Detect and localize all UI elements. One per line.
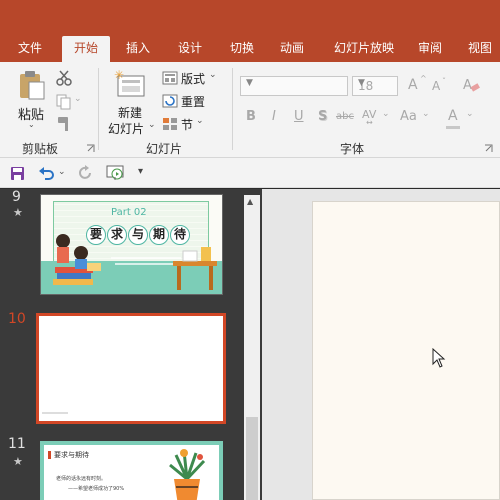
- underline-button[interactable]: U: [294, 109, 304, 124]
- scroll-up-icon[interactable]: ▲: [247, 197, 253, 206]
- layout-label: 版式: [181, 72, 206, 86]
- undo-icon[interactable]: [38, 165, 56, 181]
- layout-icon: [162, 71, 178, 85]
- slide-caption-line: [115, 263, 175, 265]
- ribbon-home: 粘贴 ⌄ ⌄ 剪贴板 ✳ 新建 幻灯片 ⌄ 版式 ⌄ 重置 节 ⌄ 幻灯片 ▼ …: [0, 62, 500, 158]
- chevron-down-icon: ⌄: [196, 116, 204, 126]
- dialog-launcher-icon[interactable]: [484, 144, 493, 153]
- start-from-beginning-icon[interactable]: [106, 165, 126, 181]
- chevron-down-icon[interactable]: ⌄: [422, 109, 430, 119]
- format-painter-icon[interactable]: [56, 116, 72, 132]
- tab-design[interactable]: 设计: [170, 36, 210, 62]
- slide-number: 9: [12, 189, 21, 205]
- new-slide-icon: ✳: [114, 70, 145, 97]
- slide-title: 要求与期待: [54, 451, 89, 459]
- tab-slideshow[interactable]: 幻灯片放映: [324, 36, 404, 62]
- section-label: 节: [181, 118, 194, 132]
- slide-number: 11: [8, 436, 26, 452]
- tab-transitions[interactable]: 切换: [222, 36, 262, 62]
- group-separator: [98, 68, 99, 150]
- shrink-font-icon: ˇ: [442, 77, 446, 86]
- title-char: 与: [128, 225, 148, 245]
- font-group-label: 字体: [340, 142, 365, 156]
- shadow-button[interactable]: S: [318, 109, 327, 124]
- chevron-down-icon[interactable]: ⌄: [466, 109, 474, 119]
- redo-icon[interactable]: [78, 165, 94, 181]
- paste-icon: [20, 71, 45, 100]
- dialog-launcher-icon[interactable]: [86, 144, 95, 153]
- tab-review[interactable]: 审阅: [410, 36, 450, 62]
- shrink-font-button[interactable]: A: [432, 79, 440, 93]
- italic-button[interactable]: I: [272, 109, 276, 124]
- font-name-combo[interactable]: ▼: [240, 76, 348, 96]
- chevron-down-icon: ⌄: [209, 70, 217, 80]
- undo-dropdown-icon[interactable]: ⌄: [58, 167, 66, 177]
- new-slide-label-2: 幻灯片: [108, 122, 145, 136]
- desk-illustration: [173, 247, 217, 290]
- chevron-down-icon: ⌄: [148, 120, 156, 130]
- section-button[interactable]: 节 ⌄: [162, 116, 222, 134]
- title-char: 期: [149, 225, 169, 245]
- slide-text: 老师的话永远有时刻。: [56, 476, 107, 482]
- svg-text:✳: ✳: [114, 70, 124, 82]
- chevron-down-icon: ▼: [358, 78, 365, 88]
- transition-star-icon: ★: [13, 206, 23, 219]
- mouse-cursor-icon: [432, 348, 446, 368]
- font-color-bar: [446, 126, 460, 129]
- reset-icon: [162, 94, 178, 108]
- title-char: 求: [107, 225, 127, 245]
- slide-part-label: Part 02: [111, 207, 147, 218]
- grow-font-icon: ^: [420, 74, 427, 83]
- tab-home[interactable]: 开始: [62, 36, 110, 62]
- customize-qat-icon[interactable]: ▾: [138, 166, 143, 177]
- clear-format-icon[interactable]: A: [462, 76, 480, 94]
- tab-animations[interactable]: 动画: [272, 36, 312, 62]
- chevron-down-icon[interactable]: ⌄: [382, 109, 390, 119]
- title-marker: [48, 451, 51, 459]
- strikethrough-button[interactable]: abc: [336, 111, 354, 122]
- copy-icon[interactable]: [56, 94, 72, 110]
- slide-thumbnail[interactable]: 要求与期待 老师的话永远有时刻。 ——希望老师成功了90%: [40, 441, 223, 500]
- cut-icon[interactable]: [56, 70, 72, 86]
- copy-dropdown-icon[interactable]: ⌄: [74, 94, 82, 104]
- char-spacing-arrows-icon: ↔: [366, 118, 373, 127]
- font-size-combo[interactable]: 18 ▼: [352, 76, 398, 96]
- transition-star-icon: ★: [13, 455, 23, 468]
- slide-thumbnails-pane: 9 ★ Part 02 要 求 与 期 待 10 11 ★ 要求与期待 老师的话…: [0, 189, 262, 500]
- bold-button[interactable]: B: [246, 109, 256, 124]
- slide-footer-line: [42, 412, 68, 414]
- svg-text:A: A: [463, 78, 472, 93]
- scrollbar-thumb[interactable]: [246, 417, 258, 500]
- save-icon[interactable]: [10, 166, 25, 181]
- quick-access-toolbar: ⌄ ▾: [0, 158, 500, 188]
- change-case-button[interactable]: Aa: [400, 109, 417, 124]
- clipboard-group-label: 剪贴板: [22, 142, 59, 156]
- chevron-down-icon: ▼: [246, 78, 253, 88]
- reset-button[interactable]: 重置: [162, 93, 222, 111]
- paste-button[interactable]: 粘贴 ⌄: [14, 68, 50, 129]
- ribbon-tab-bar: 文件 开始 插入 设计 切换 动画 幻灯片放映 审阅 视图: [0, 0, 500, 62]
- slides-group-label: 幻灯片: [146, 142, 183, 156]
- reading-kids-illustration: [53, 234, 101, 285]
- section-icon: [163, 118, 177, 130]
- slide-canvas[interactable]: [312, 201, 500, 500]
- slide-number: 10: [8, 311, 26, 327]
- layout-button[interactable]: 版式 ⌄: [162, 70, 222, 88]
- new-slide-label-1: 新建: [118, 106, 143, 120]
- slide-thumbnail[interactable]: Part 02 要 求 与 期 待: [40, 194, 223, 295]
- font-color-button[interactable]: A: [448, 108, 458, 124]
- slide-text: ——希望老师成功了90%: [68, 486, 125, 492]
- tab-insert[interactable]: 插入: [118, 36, 158, 62]
- plant-pot-illustration: [169, 449, 206, 500]
- tab-file[interactable]: 文件: [8, 36, 52, 62]
- new-slide-button[interactable]: ✳ 新建 幻灯片 ⌄: [104, 68, 156, 138]
- reset-label: 重置: [181, 95, 206, 109]
- chevron-down-icon: ⌄: [28, 120, 35, 129]
- grow-font-button[interactable]: A: [408, 77, 418, 93]
- tab-view[interactable]: 视图: [460, 36, 500, 62]
- slide-thumbnail-selected[interactable]: [36, 313, 226, 424]
- group-separator: [232, 68, 233, 150]
